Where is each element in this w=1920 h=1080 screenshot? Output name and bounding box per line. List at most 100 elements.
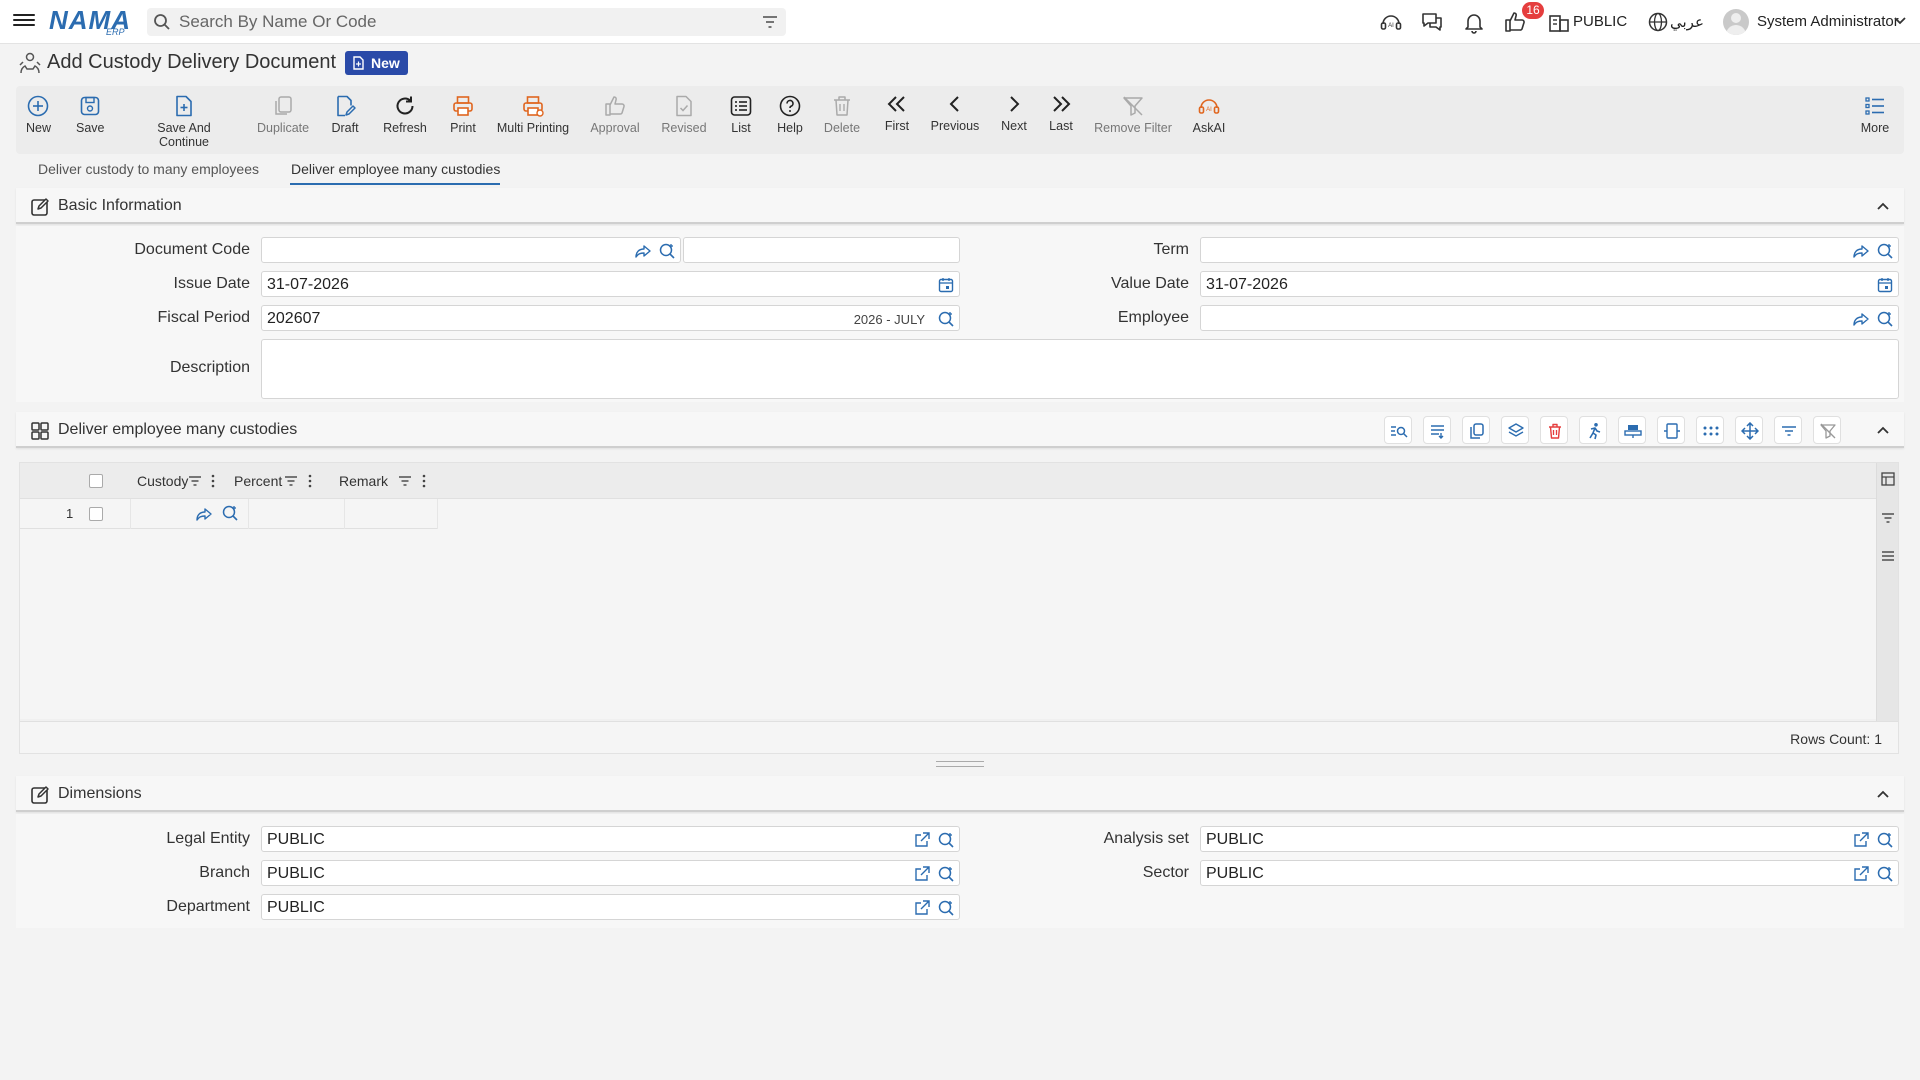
- multi-printing-button[interactable]: Multi Printing: [496, 94, 570, 135]
- previous-button[interactable]: Previous: [928, 92, 982, 133]
- ai-assistant-icon[interactable]: AI: [1379, 10, 1403, 34]
- remark-cell[interactable]: [344, 499, 438, 529]
- chevron-up-icon[interactable]: [1876, 423, 1890, 437]
- description-textarea[interactable]: [261, 339, 1899, 399]
- select-all-checkbox[interactable]: [89, 474, 103, 488]
- grid-delete-button[interactable]: [1540, 416, 1568, 444]
- avatar[interactable]: [1723, 9, 1749, 35]
- first-button[interactable]: First: [882, 92, 912, 133]
- ask-ai-button[interactable]: AI AskAI: [1192, 94, 1226, 135]
- external-link-icon[interactable]: [913, 899, 931, 917]
- lookup-search-icon[interactable]: [1876, 831, 1894, 849]
- column-header-custody[interactable]: Custody: [137, 473, 188, 489]
- approval-button[interactable]: Approval: [590, 94, 640, 135]
- grid-split-button[interactable]: [1657, 416, 1685, 444]
- save-button[interactable]: Save: [76, 94, 105, 135]
- external-link-icon[interactable]: [1852, 865, 1870, 883]
- share-icon[interactable]: [195, 505, 213, 523]
- employee-field[interactable]: [1200, 305, 1899, 331]
- grid-filter-button[interactable]: [1774, 416, 1802, 444]
- filter-icon[interactable]: [1881, 512, 1895, 524]
- value-date-field[interactable]: 31-07-2026: [1200, 271, 1899, 297]
- new-button[interactable]: New: [26, 94, 51, 135]
- menu-lines-icon[interactable]: [1881, 550, 1895, 562]
- grid-move-button[interactable]: [1735, 416, 1763, 444]
- tab-deliver-employee-many-custodies[interactable]: Deliver employee many custodies: [291, 161, 500, 177]
- sector-field[interactable]: PUBLIC: [1200, 860, 1899, 886]
- basic-information-header[interactable]: Basic Information: [16, 188, 1904, 224]
- lookup-search-icon[interactable]: [1876, 865, 1894, 883]
- duplicate-button[interactable]: Duplicate: [257, 94, 309, 135]
- revised-button[interactable]: Revised: [661, 94, 707, 135]
- term-field[interactable]: [1200, 237, 1899, 263]
- language-selector[interactable]: عربي: [1670, 13, 1704, 31]
- external-link-icon[interactable]: [1852, 831, 1870, 849]
- percent-cell[interactable]: [248, 499, 344, 529]
- lookup-search-icon[interactable]: [1876, 242, 1894, 260]
- calendar-icon[interactable]: [1876, 276, 1894, 294]
- user-menu[interactable]: System Administrator: [1757, 13, 1899, 30]
- table-columns-icon[interactable]: [1881, 472, 1895, 486]
- column-header-remark[interactable]: Remark: [339, 473, 388, 489]
- custody-cell[interactable]: [130, 499, 248, 529]
- chevron-up-icon[interactable]: [1876, 787, 1890, 801]
- grid-add-row-button[interactable]: [1423, 416, 1451, 444]
- document-code-secondary-field[interactable]: [683, 237, 960, 263]
- delete-button[interactable]: Delete: [822, 94, 862, 135]
- calendar-icon[interactable]: [937, 276, 955, 294]
- grid-run-button[interactable]: [1579, 416, 1607, 444]
- document-code-field[interactable]: [261, 237, 681, 263]
- chevron-down-icon[interactable]: [1893, 14, 1907, 28]
- company-selector[interactable]: PUBLIC: [1573, 13, 1627, 30]
- legal-entity-field[interactable]: PUBLIC: [261, 826, 960, 852]
- grid-remove-filter-button[interactable]: [1813, 416, 1841, 444]
- search-input[interactable]: [179, 11, 739, 33]
- chat-icon[interactable]: [1420, 10, 1444, 34]
- external-link-icon[interactable]: [913, 865, 931, 883]
- globe-icon[interactable]: [1646, 10, 1670, 34]
- remove-filter-button[interactable]: Remove Filter: [1094, 94, 1172, 135]
- save-and-continue-button[interactable]: Save And Continue: [131, 94, 237, 149]
- chevron-up-icon[interactable]: [1876, 199, 1890, 213]
- grid-merge-button[interactable]: [1618, 416, 1646, 444]
- external-link-icon[interactable]: [913, 831, 931, 849]
- row-checkbox[interactable]: [89, 507, 103, 521]
- tab-deliver-custody-to-many-employees[interactable]: Deliver custody to many employees: [38, 161, 259, 177]
- share-icon[interactable]: [1852, 242, 1870, 260]
- column-filter-icon[interactable]: [284, 475, 298, 487]
- draft-button[interactable]: Draft: [330, 94, 360, 135]
- app-logo[interactable]: NAMA ERP: [49, 5, 131, 37]
- column-filter-icon[interactable]: [398, 475, 412, 487]
- fiscal-period-field[interactable]: 202607 2026 - JULY: [261, 305, 960, 331]
- grid-copy-button[interactable]: [1462, 416, 1490, 444]
- next-button[interactable]: Next: [998, 92, 1030, 133]
- refresh-button[interactable]: Refresh: [382, 94, 428, 135]
- grid-search-button[interactable]: [1384, 416, 1412, 444]
- column-filter-icon[interactable]: [188, 475, 202, 487]
- company-icon[interactable]: [1547, 10, 1571, 34]
- filter-icon[interactable]: [762, 14, 778, 30]
- print-button[interactable]: Print: [448, 94, 478, 135]
- list-button[interactable]: List: [728, 94, 754, 135]
- share-icon[interactable]: [634, 242, 652, 260]
- column-menu-icon[interactable]: [210, 474, 216, 488]
- grid-columns-button[interactable]: [1696, 416, 1724, 444]
- branch-field[interactable]: PUBLIC: [261, 860, 960, 886]
- last-button[interactable]: Last: [1046, 92, 1076, 133]
- issue-date-field[interactable]: 31-07-2026: [261, 271, 960, 297]
- column-menu-icon[interactable]: [307, 474, 313, 488]
- lookup-search-icon[interactable]: [937, 865, 955, 883]
- column-menu-icon[interactable]: [421, 474, 427, 488]
- bell-icon[interactable]: [1462, 10, 1486, 34]
- grid-layers-button[interactable]: [1501, 416, 1529, 444]
- menu-icon[interactable]: [13, 11, 35, 33]
- lookup-search-icon[interactable]: [937, 899, 955, 917]
- lookup-search-icon[interactable]: [937, 310, 955, 328]
- analysis-set-field[interactable]: PUBLIC: [1200, 826, 1899, 852]
- lookup-search-icon[interactable]: [937, 831, 955, 849]
- panel-resize-handle[interactable]: [936, 761, 984, 767]
- more-button[interactable]: More: [1858, 94, 1892, 135]
- lookup-search-icon[interactable]: [658, 242, 676, 260]
- table-row[interactable]: 1: [20, 499, 438, 529]
- lookup-search-icon[interactable]: [221, 504, 239, 522]
